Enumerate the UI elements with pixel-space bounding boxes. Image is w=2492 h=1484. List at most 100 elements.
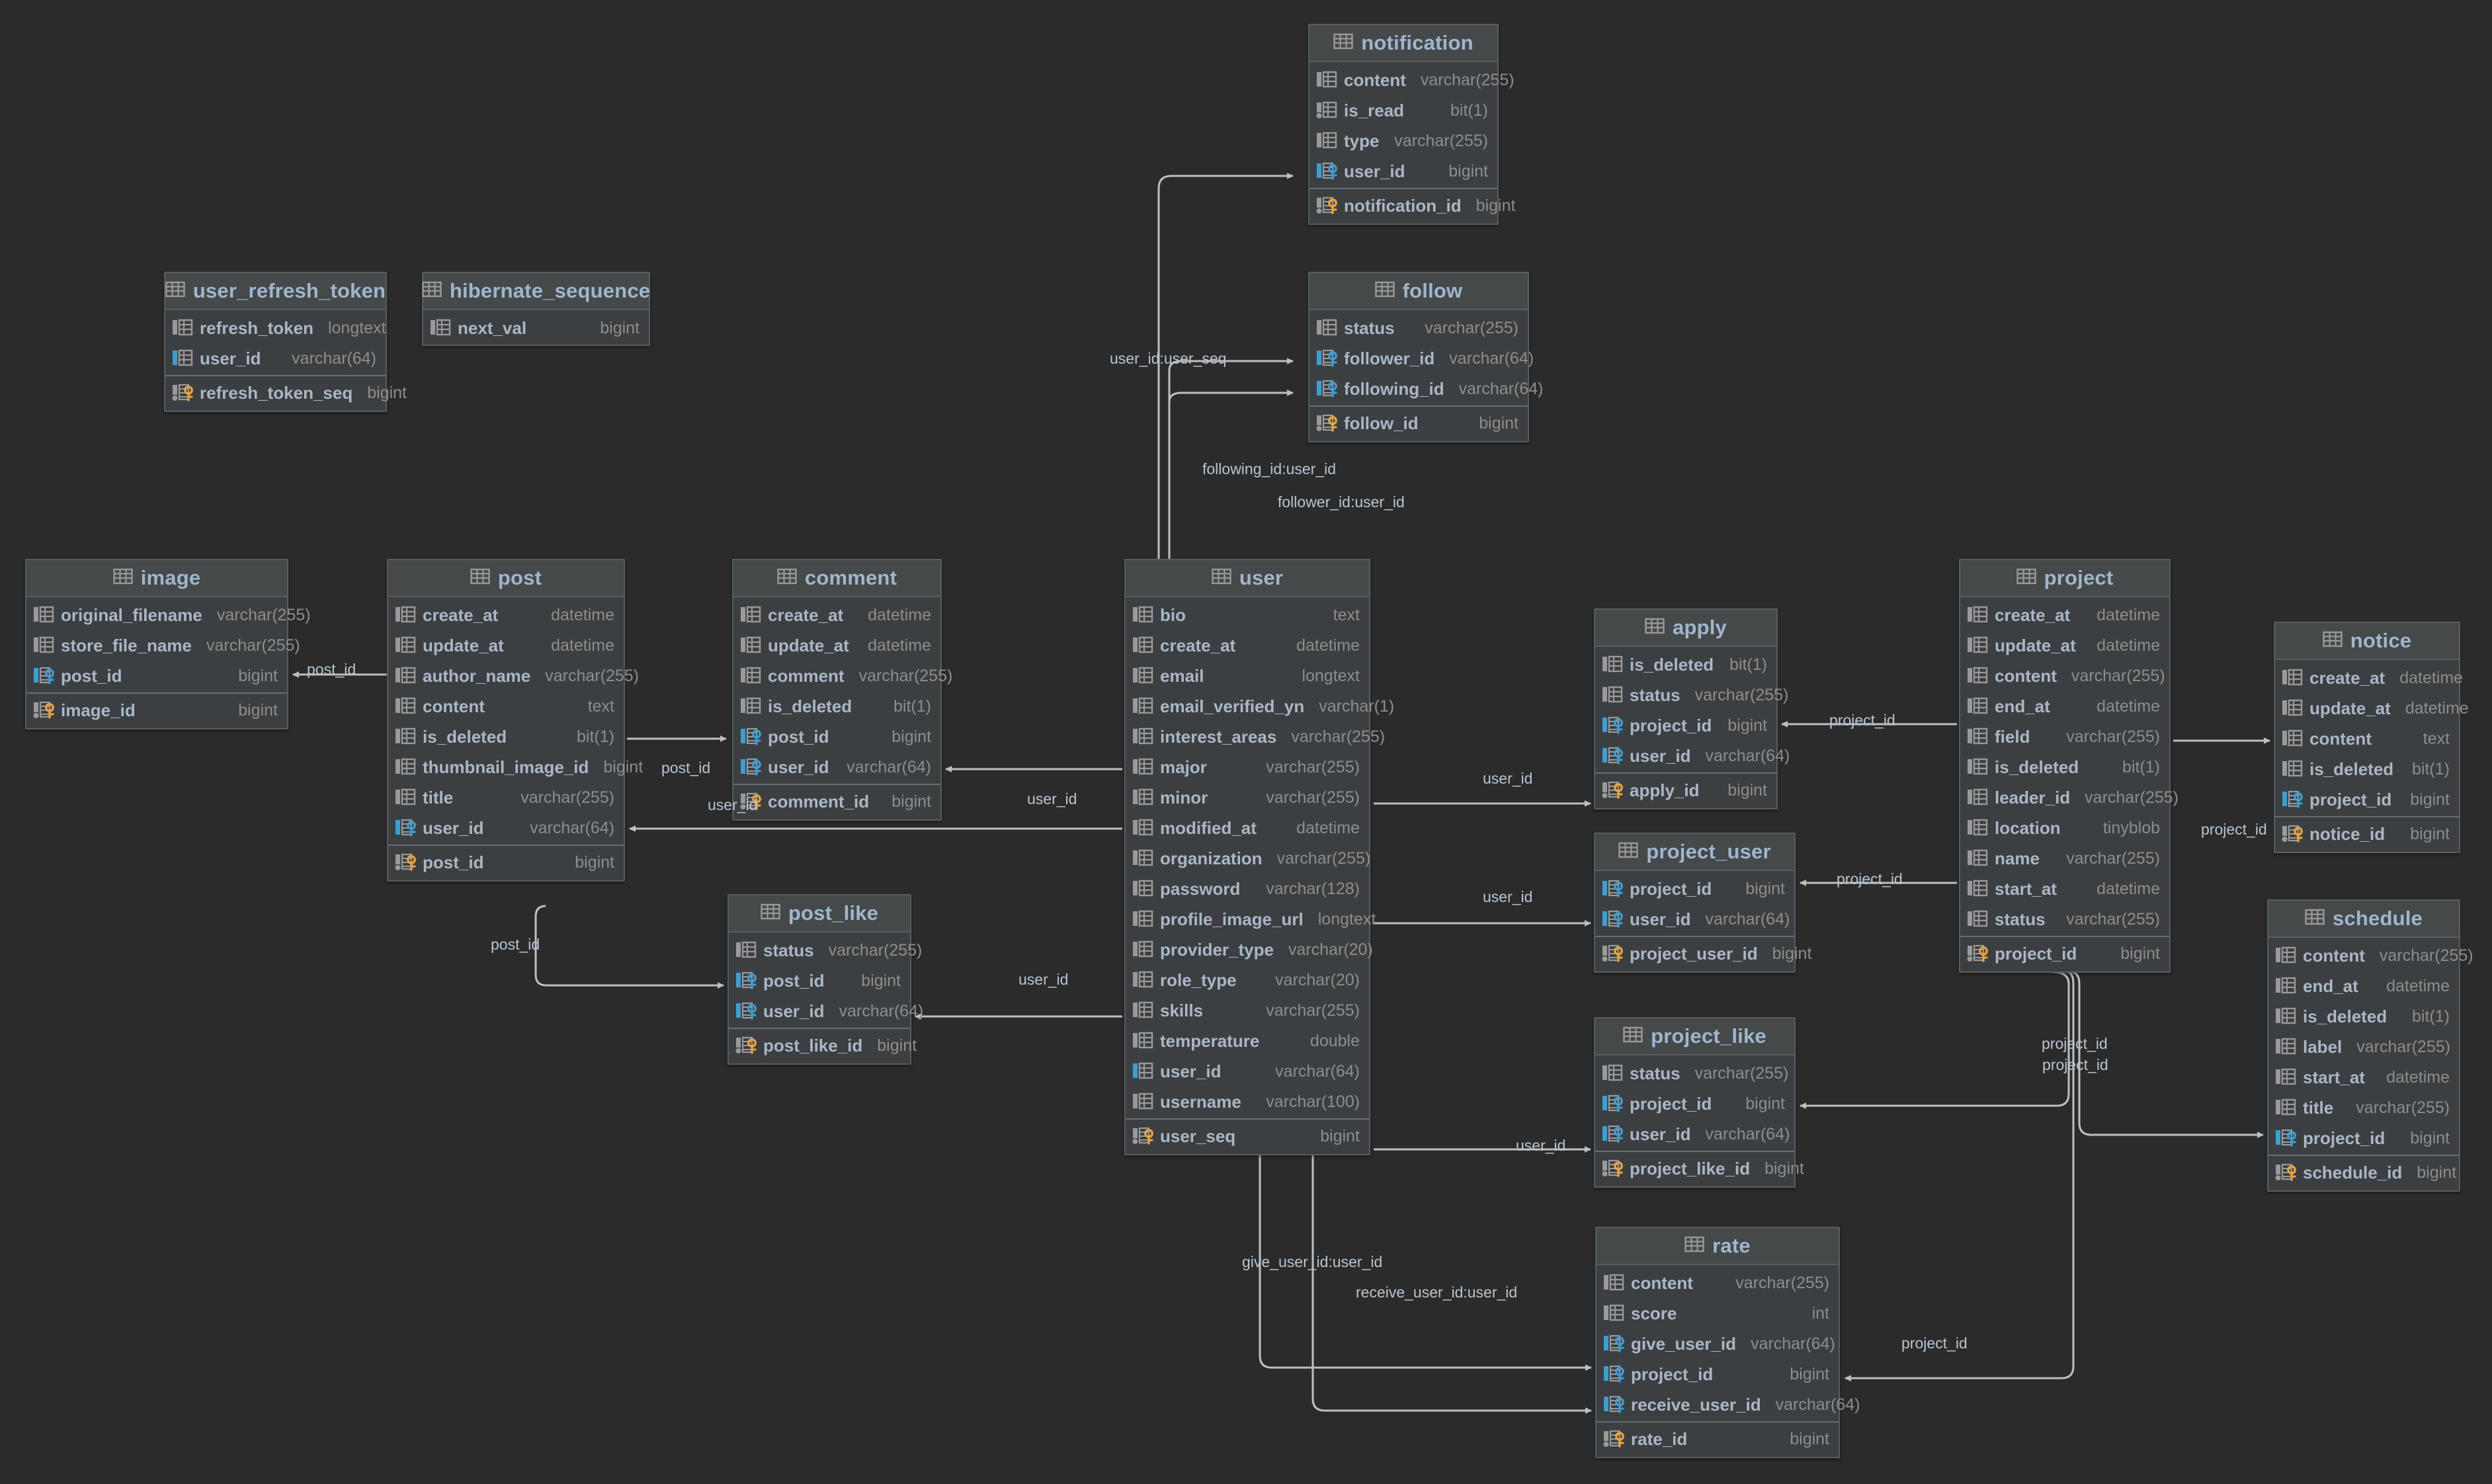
column-row[interactable]: user_id varchar(64) xyxy=(1595,904,1794,934)
column-row[interactable]: label varchar(255) xyxy=(2268,1032,2459,1062)
column-row[interactable]: field varchar(255) xyxy=(1960,721,2169,752)
column-row[interactable]: content varchar(255) xyxy=(1960,661,2169,691)
table-header[interactable]: post xyxy=(388,560,624,597)
column-row[interactable]: project_id bigint xyxy=(2268,1123,2459,1153)
table-schedule[interactable]: schedule content varchar(255) end_at datet… xyxy=(2267,899,2473,1192)
column-row[interactable]: project_id bigint xyxy=(2275,784,2459,815)
column-row[interactable]: next_val bigint xyxy=(423,313,649,343)
column-row[interactable]: user_id varchar(64) xyxy=(388,813,624,843)
column-row[interactable]: user_id varchar(64) xyxy=(1126,1056,1369,1087)
column-row[interactable]: title varchar(255) xyxy=(388,782,624,813)
primary-key-row[interactable]: post_like_id bigint xyxy=(729,1030,917,1061)
column-row[interactable]: receive_user_id varchar(64) xyxy=(1597,1389,1860,1420)
column-row[interactable]: is_deleted bit(1) xyxy=(1595,649,1776,680)
column-row[interactable]: bio text xyxy=(1126,600,1369,630)
column-row[interactable]: is_deleted bit(1) xyxy=(388,721,624,752)
column-row[interactable]: status varchar(255) xyxy=(729,935,922,966)
table-header[interactable]: notice xyxy=(2275,623,2459,660)
column-row[interactable]: follower_id varchar(64) xyxy=(1309,343,1534,374)
column-row[interactable]: leader_id varchar(255) xyxy=(1960,782,2179,813)
column-row[interactable]: content text xyxy=(2275,723,2459,754)
primary-key-row[interactable]: post_id bigint xyxy=(388,847,624,878)
column-row[interactable]: status varchar(255) xyxy=(1960,904,2169,934)
column-row[interactable]: email_verified_yn varchar(1) xyxy=(1126,691,1394,721)
primary-key-row[interactable]: refresh_token_seq bigint xyxy=(165,378,407,408)
table-follow[interactable]: follow status varchar(255) follower_id var… xyxy=(1308,272,1543,442)
column-row[interactable]: temperature double xyxy=(1126,1026,1369,1056)
column-row[interactable]: update_at datetime xyxy=(1960,630,2169,661)
primary-key-row[interactable]: project_like_id bigint xyxy=(1595,1153,1804,1184)
table-apply[interactable]: apply is_deleted bit(1) status varchar(255… xyxy=(1594,608,1790,809)
column-row[interactable]: major varchar(255) xyxy=(1126,752,1369,782)
column-row[interactable]: project_id bigint xyxy=(1595,874,1794,904)
table-project_like[interactable]: project_like status varchar(255) project_… xyxy=(1594,1017,1804,1188)
column-row[interactable]: role_type varchar(20) xyxy=(1126,965,1369,995)
column-row[interactable]: is_deleted bit(1) xyxy=(2275,754,2459,784)
column-row[interactable]: interest_areas varchar(255) xyxy=(1126,721,1385,752)
column-row[interactable]: is_deleted bit(1) xyxy=(2268,1001,2459,1032)
column-row[interactable]: status varchar(255) xyxy=(1595,1058,1794,1089)
column-row[interactable]: minor varchar(255) xyxy=(1126,782,1369,813)
column-row[interactable]: update_at datetime xyxy=(2275,693,2469,723)
column-row[interactable]: post_id bigint xyxy=(26,661,287,691)
column-row[interactable]: project_id bigint xyxy=(1595,710,1776,741)
column-row[interactable]: post_id bigint xyxy=(729,966,910,996)
column-row[interactable]: end_at datetime xyxy=(2268,971,2459,1001)
column-row[interactable]: create_at datetime xyxy=(733,600,940,630)
table-header[interactable]: schedule xyxy=(2268,901,2459,938)
column-row[interactable]: content text xyxy=(388,691,624,721)
column-row[interactable]: project_id bigint xyxy=(1595,1089,1794,1119)
table-project_user[interactable]: project_user project_id bigint user_id var… xyxy=(1594,833,1811,973)
column-row[interactable]: status varchar(255) xyxy=(1595,680,1788,710)
column-row[interactable]: author_name varchar(255) xyxy=(388,661,639,691)
table-user[interactable]: user bio text create_at datetime email long… xyxy=(1124,559,1394,1155)
primary-key-row[interactable]: project_user_id bigint xyxy=(1595,938,1811,969)
primary-key-row[interactable]: follow_id bigint xyxy=(1309,408,1528,438)
column-row[interactable]: create_at datetime xyxy=(1960,600,2169,630)
column-row[interactable]: user_id varchar(64) xyxy=(1595,1119,1794,1149)
column-row[interactable]: update_at datetime xyxy=(733,630,940,661)
column-row[interactable]: refresh_token longtext xyxy=(165,313,386,343)
table-header[interactable]: user xyxy=(1126,560,1369,597)
column-row[interactable]: profile_image_url longtext xyxy=(1126,904,1376,934)
column-row[interactable]: location tinyblob xyxy=(1960,813,2169,843)
table-notification[interactable]: notification content varchar(255) is_read… xyxy=(1308,24,1515,225)
column-row[interactable]: modified_at datetime xyxy=(1126,813,1369,843)
column-row[interactable]: skills varchar(255) xyxy=(1126,995,1369,1026)
table-rate[interactable]: rate content varchar(255) score int give_u… xyxy=(1595,1227,1860,1458)
column-row[interactable]: store_file_name varchar(255) xyxy=(26,630,300,661)
table-post_like[interactable]: post_like status varchar(255) post_id bigi… xyxy=(727,894,923,1065)
primary-key-row[interactable]: comment_id bigint xyxy=(733,786,940,817)
column-row[interactable]: create_at datetime xyxy=(2275,663,2463,693)
column-row[interactable]: is_deleted bit(1) xyxy=(1960,752,2169,782)
primary-key-row[interactable]: notification_id bigint xyxy=(1309,190,1515,221)
table-header[interactable]: project xyxy=(1960,560,2169,597)
column-row[interactable]: is_read bit(1) xyxy=(1309,95,1497,126)
column-row[interactable]: start_at datetime xyxy=(1960,874,2169,904)
table-header[interactable]: hibernate_sequence xyxy=(422,273,650,310)
table-header[interactable]: post_like xyxy=(729,895,910,932)
column-row[interactable]: user_id bigint xyxy=(1309,156,1497,186)
column-row[interactable]: is_deleted bit(1) xyxy=(733,691,940,721)
column-row[interactable]: original_filename varchar(255) xyxy=(26,600,311,630)
column-row[interactable]: create_at datetime xyxy=(388,600,624,630)
column-row[interactable]: status varchar(255) xyxy=(1309,313,1528,343)
table-header[interactable]: apply xyxy=(1595,610,1776,647)
table-image[interactable]: image original_filename varchar(255) stor… xyxy=(25,559,311,729)
column-row[interactable]: give_user_id varchar(64) xyxy=(1597,1329,1839,1359)
primary-key-row[interactable]: project_id bigint xyxy=(1960,938,2169,969)
primary-key-row[interactable]: user_seq bigint xyxy=(1126,1121,1369,1151)
table-header[interactable]: comment xyxy=(733,560,940,597)
table-header[interactable]: image xyxy=(26,560,287,597)
table-user_refresh_token[interactable]: user_refresh_token refresh_token longtext… xyxy=(164,272,407,412)
column-row[interactable]: email longtext xyxy=(1126,661,1369,691)
table-header[interactable]: notification xyxy=(1309,25,1497,62)
primary-key-row[interactable]: rate_id bigint xyxy=(1597,1424,1839,1454)
column-row[interactable]: following_id varchar(64) xyxy=(1309,374,1543,404)
column-row[interactable]: type varchar(255) xyxy=(1309,126,1497,156)
column-row[interactable]: provider_type varchar(20) xyxy=(1126,934,1373,965)
column-row[interactable]: post_id bigint xyxy=(733,721,940,752)
table-post[interactable]: post create_at datetime update_at datetime… xyxy=(387,559,643,882)
column-row[interactable]: content varchar(255) xyxy=(1597,1268,1839,1298)
column-row[interactable]: title varchar(255) xyxy=(2268,1092,2459,1123)
